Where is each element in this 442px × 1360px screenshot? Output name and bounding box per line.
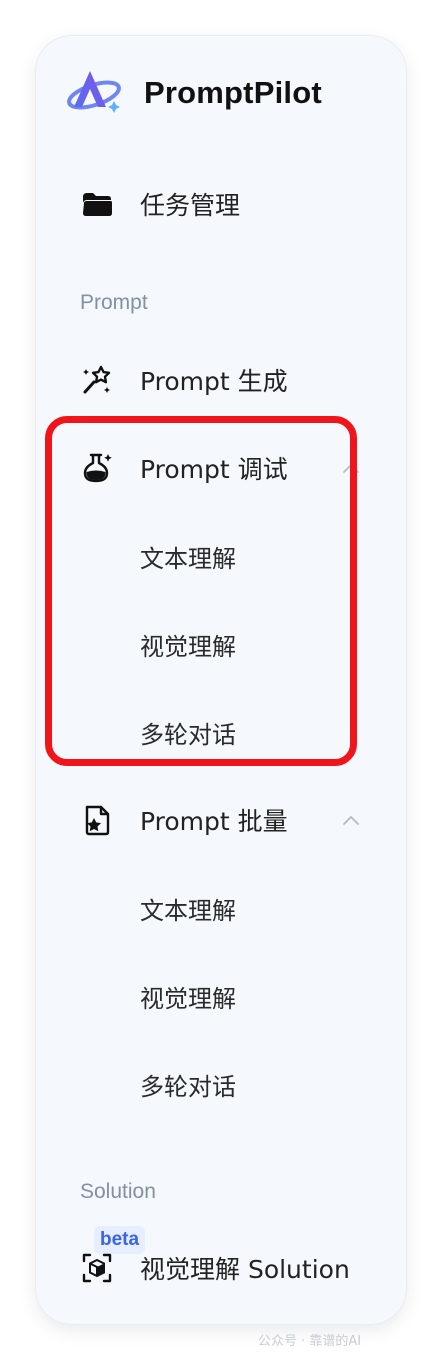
nav-item-vision-solution[interactable]: 视觉理解 Solution [80, 1246, 350, 1290]
cube-scan-icon [80, 1251, 114, 1285]
nav-subitem-debug-multiturn[interactable]: 多轮对话 [140, 712, 236, 752]
nav-subitem-debug-vision[interactable]: 视觉理解 [140, 624, 236, 664]
section-header-solution: Solution [80, 1180, 156, 1203]
watermark-text: 公众号 · 靠谱的AI [258, 1334, 362, 1349]
nav-item-prompt-batch-label: Prompt 批量 [140, 807, 288, 836]
magic-wand-icon [80, 363, 114, 397]
nav-item-task-label: 任务管理 [140, 191, 241, 220]
star-document-icon [80, 803, 114, 837]
nav-item-prompt-generate-label: Prompt 生成 [140, 367, 288, 396]
nav-item-task[interactable]: 任务管理 [80, 182, 240, 226]
section-header-prompt: Prompt [80, 291, 148, 314]
nav-item-prompt-debug-label: Prompt 调试 [140, 455, 288, 484]
folder-icon [80, 187, 114, 221]
nav-item-prompt-debug[interactable]: Prompt 调试 [80, 446, 288, 490]
nav-item-prompt-generate[interactable]: Prompt 生成 [80, 358, 288, 402]
chevron-up-icon[interactable] [342, 462, 360, 474]
brand-name: PromptPilot [144, 75, 322, 110]
nav-item-vision-solution-label: 视觉理解 Solution [140, 1255, 350, 1284]
nav-subitem-batch-multiturn[interactable]: 多轮对话 [140, 1064, 236, 1104]
nav-subitem-batch-vision[interactable]: 视觉理解 [140, 976, 236, 1016]
nav-subitem-batch-text[interactable]: 文本理解 [140, 888, 236, 928]
brand-logo[interactable]: PromptPilot [66, 68, 322, 118]
nav-subitem-debug-text[interactable]: 文本理解 [140, 536, 236, 576]
nav-item-prompt-batch[interactable]: Prompt 批量 [80, 798, 288, 842]
chevron-up-icon[interactable] [342, 814, 360, 826]
logo-icon [66, 67, 126, 119]
sidebar-panel: PromptPilot 任务管理 Prompt Prompt 生成 Prompt… [36, 36, 406, 1324]
flask-icon [80, 451, 114, 485]
